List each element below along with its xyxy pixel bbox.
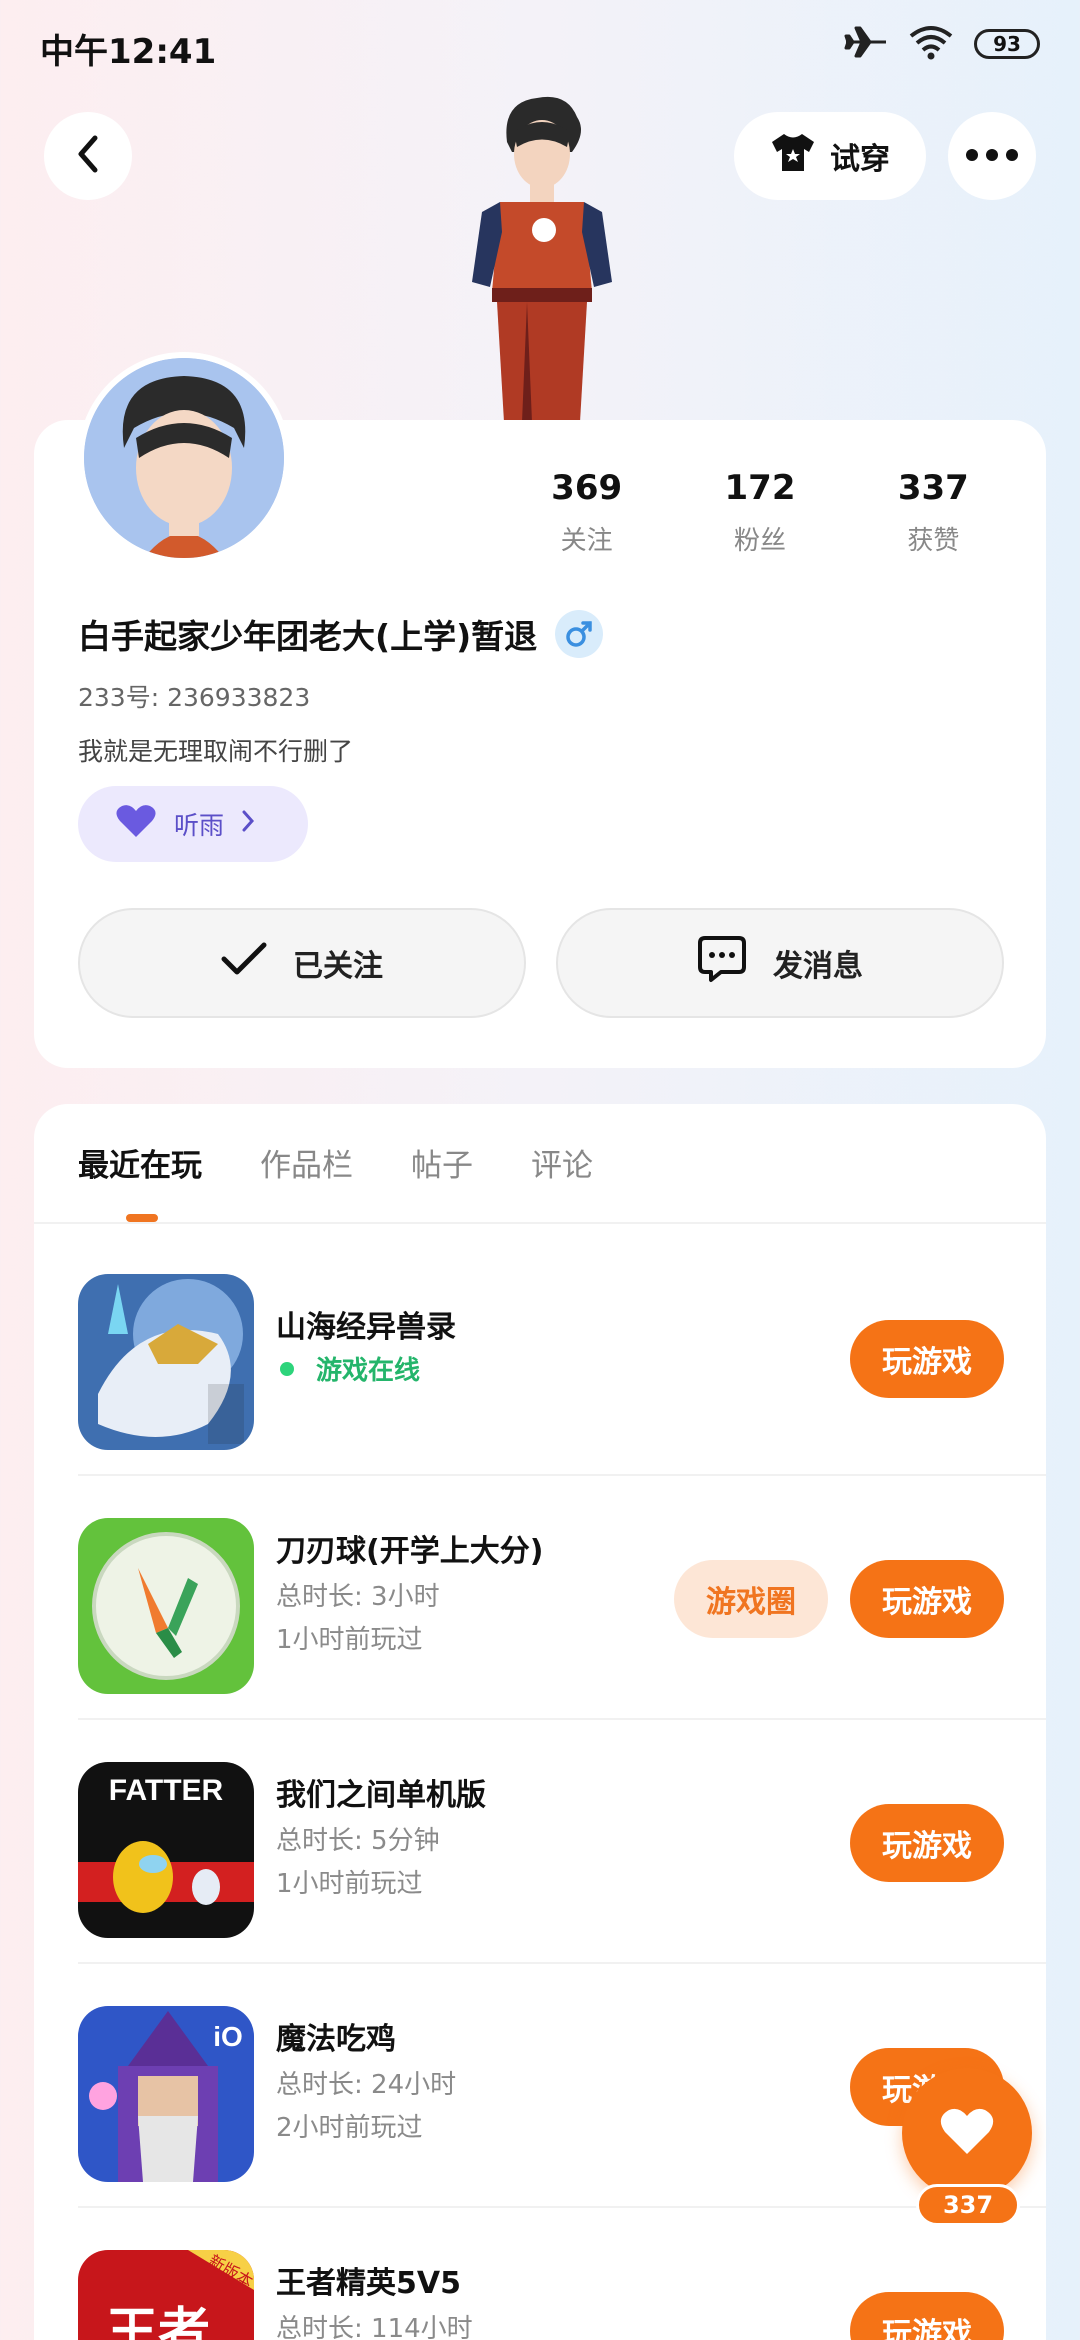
game-duration: 总时长: 114小时	[276, 2314, 473, 2340]
like-button[interactable]	[902, 2068, 1032, 2198]
stat-value: 337	[897, 468, 969, 508]
try-on-label: 试穿	[830, 142, 890, 177]
chevron-left-icon	[73, 134, 103, 178]
online-dot-icon	[280, 1361, 294, 1376]
male-gender-icon	[555, 610, 604, 658]
play-game-button[interactable]: 玩游戏	[850, 1320, 1004, 1398]
stat-label: 获赞	[907, 526, 960, 556]
game-duration: 总时长: 3小时	[276, 1582, 440, 1612]
game-icon-magic-chicken[interactable]: iO	[78, 2006, 254, 2182]
game-row[interactable]: iO 魔法吃鸡 总时长: 24小时 2小时前玩过 玩游戏	[34, 1964, 1046, 2208]
user-avatar[interactable]	[78, 352, 290, 564]
stat-value: 172	[724, 468, 796, 508]
game-row[interactable]: 刀刃球(开学上大分) 总时长: 3小时 1小时前玩过 游戏圈 玩游戏	[34, 1476, 1046, 1720]
username: 白手起家少年团老大(上学)暂退	[78, 617, 538, 656]
tshirt-icon	[770, 131, 816, 181]
followed-label: 已关注	[293, 949, 383, 984]
user-id: 233号: 236933823	[78, 683, 311, 712]
game-icon-text: FATTER	[109, 1774, 224, 1807]
checkmark-icon	[221, 941, 267, 985]
tab-works[interactable]: 作品栏	[260, 1140, 353, 1185]
character-avatar-3d[interactable]	[452, 92, 632, 422]
game-last-played: 1小时前玩过	[276, 1625, 423, 1655]
game-last-played: 1小时前玩过	[276, 1869, 423, 1899]
airplane-icon	[844, 24, 888, 64]
game-circle-button[interactable]: 游戏圈	[674, 1560, 828, 1638]
game-duration: 总时长: 5分钟	[276, 1826, 440, 1856]
stat-followers[interactable]: 172 粉丝	[673, 468, 846, 557]
stat-value: 369	[551, 468, 623, 508]
more-button[interactable]	[948, 112, 1036, 200]
like-count-badge: 337	[916, 2184, 1020, 2226]
chat-bubble-icon	[697, 934, 747, 992]
tab-posts[interactable]: 帖子	[411, 1140, 473, 1185]
game-icon-shanhaijing[interactable]	[78, 1274, 254, 1450]
game-last-played: 2小时前玩过	[276, 2113, 423, 2143]
stat-label: 关注	[560, 526, 613, 556]
game-icon-among-us[interactable]: FATTER	[78, 1762, 254, 1938]
game-title: 王者精英5V5	[276, 2266, 461, 2301]
status-bar: 中午12:41 93	[0, 0, 1080, 96]
followed-button[interactable]: 已关注	[78, 908, 526, 1018]
game-title: 我们之间单机版	[276, 1778, 486, 1813]
profile-tabs: 最近在玩 作品栏 帖子 评论	[78, 1140, 593, 1185]
online-label: 游戏在线	[316, 1356, 421, 1386]
active-tab-indicator	[126, 1214, 158, 1222]
heart-icon	[939, 2106, 995, 2160]
heart-icon	[114, 803, 158, 845]
tab-comments[interactable]: 评论	[531, 1140, 593, 1185]
music-chip[interactable]: 听雨	[78, 786, 308, 862]
back-button[interactable]	[44, 112, 132, 200]
play-game-button[interactable]: 玩游戏	[850, 1804, 1004, 1882]
play-game-button[interactable]: 玩游戏	[850, 1560, 1004, 1638]
game-title: 山海经异兽录	[276, 1310, 456, 1345]
game-icon-king-elite[interactable]: 王者 新版本	[78, 2250, 254, 2340]
tab-recently-played[interactable]: 最近在玩	[78, 1140, 202, 1185]
profile-stats: 369 关注 172 粉丝 337 获赞	[500, 468, 1020, 557]
game-icon-text: 王者	[106, 2303, 210, 2340]
game-row[interactable]: 山海经异兽录 游戏在线 玩游戏	[34, 1232, 1046, 1476]
play-game-button[interactable]: 玩游戏	[850, 2292, 1004, 2340]
stat-following[interactable]: 369 关注	[500, 468, 673, 557]
more-dots-icon	[965, 147, 1019, 166]
battery-indicator: 93	[974, 29, 1040, 59]
game-row[interactable]: 王者 新版本 王者精英5V5 总时长: 114小时 玩游戏	[34, 2208, 1046, 2340]
stat-label: 粉丝	[733, 526, 786, 556]
game-online-status: 游戏在线	[280, 1350, 420, 1387]
chevron-right-icon	[240, 809, 256, 839]
user-bio: 我就是无理取闹不行删了	[78, 737, 354, 766]
game-duration: 总时长: 24小时	[276, 2070, 457, 2100]
send-message-button[interactable]: 发消息	[556, 908, 1004, 1018]
music-chip-label: 听雨	[174, 811, 225, 840]
game-title: 魔法吃鸡	[276, 2022, 396, 2057]
username-row: 白手起家少年团老大(上学)暂退	[78, 610, 604, 658]
status-time: 中午12:41	[40, 32, 217, 72]
stat-likes[interactable]: 337 获赞	[847, 468, 1020, 557]
send-message-label: 发消息	[773, 949, 863, 984]
game-icon-text: iO	[213, 2021, 243, 2052]
tabs-divider	[34, 1222, 1046, 1224]
status-icons: 93	[844, 24, 1040, 64]
try-on-button[interactable]: 试穿	[734, 112, 926, 200]
game-icon-blade-ball[interactable]	[78, 1518, 254, 1694]
wifi-icon	[908, 24, 954, 64]
game-row[interactable]: FATTER 我们之间单机版 总时长: 5分钟 1小时前玩过 玩游戏	[34, 1720, 1046, 1964]
game-title: 刀刃球(开学上大分)	[276, 1534, 544, 1569]
